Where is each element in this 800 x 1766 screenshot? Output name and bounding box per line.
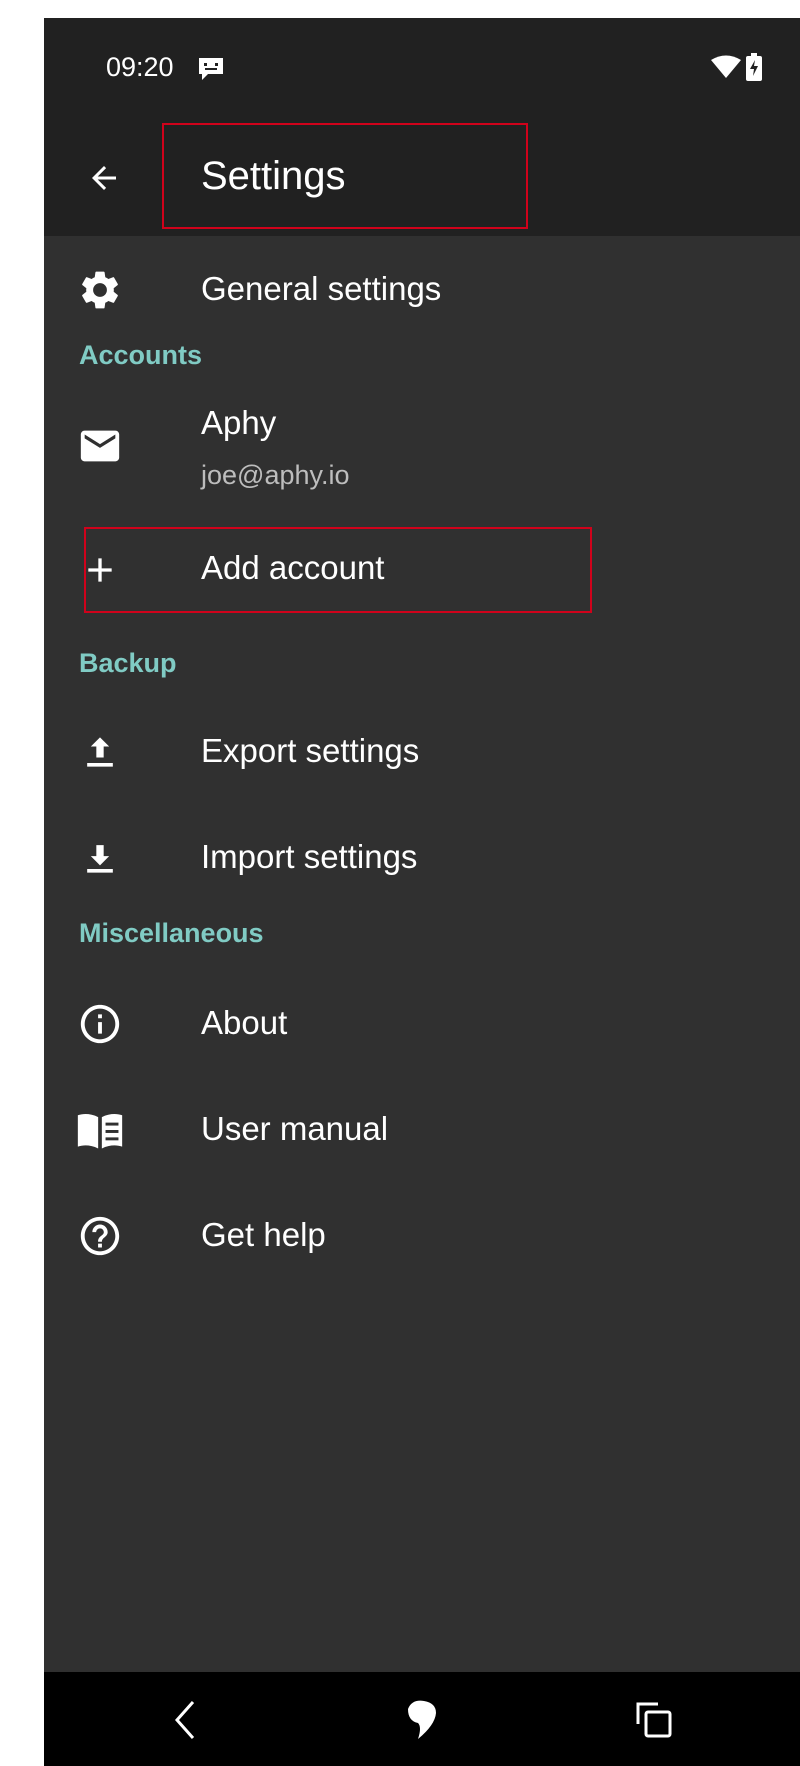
gear-icon <box>76 266 124 314</box>
chevron-left-icon <box>174 1701 195 1739</box>
miscellaneous-section-header: Miscellaneous <box>79 918 264 948</box>
export-settings-item[interactable]: Export settings <box>44 698 800 804</box>
user-manual-item[interactable]: User manual <box>44 1076 800 1182</box>
wifi-icon <box>710 55 742 84</box>
backup-section-header: Backup <box>79 648 177 678</box>
message-notification-icon <box>196 55 226 88</box>
account-item[interactable]: Aphy joe@aphy.io <box>44 380 800 512</box>
add-account-highlight-box <box>84 527 592 613</box>
status-time: 09:20 <box>106 52 174 82</box>
phone-screen: 09:20 Settings General settings Accounts… <box>44 18 800 1766</box>
nav-recents-button[interactable] <box>626 1692 682 1748</box>
download-icon <box>76 834 124 882</box>
get-help-item[interactable]: Get help <box>44 1182 800 1288</box>
nav-home-button[interactable] <box>394 1692 450 1748</box>
book-icon <box>76 1106 124 1154</box>
account-name: Aphy <box>201 404 277 441</box>
import-settings-item[interactable]: Import settings <box>44 804 800 910</box>
home-gesture-icon <box>408 1700 436 1739</box>
battery-charging-icon <box>746 53 762 86</box>
general-settings-label: General settings <box>201 270 442 307</box>
help-icon <box>76 1212 124 1260</box>
account-email: joe@aphy.io <box>201 460 350 490</box>
back-button[interactable] <box>72 146 136 210</box>
about-item[interactable]: About <box>44 970 800 1076</box>
about-label: About <box>201 1004 288 1041</box>
status-bar: 09:20 <box>44 18 800 120</box>
upload-icon <box>76 728 124 776</box>
page-title: Settings <box>201 154 346 198</box>
import-settings-label: Import settings <box>201 838 418 875</box>
export-settings-label: Export settings <box>201 732 420 769</box>
overview-icon <box>636 1702 672 1738</box>
user-manual-label: User manual <box>201 1110 389 1147</box>
arrow-left-icon <box>92 166 116 190</box>
accounts-section-header: Accounts <box>79 340 203 370</box>
general-settings-item[interactable]: General settings <box>44 236 800 342</box>
app-bar: Settings <box>44 120 800 236</box>
system-navigation-bar <box>44 1672 800 1766</box>
nav-back-button[interactable] <box>156 1692 212 1748</box>
mail-icon <box>76 422 124 470</box>
info-icon <box>76 1000 124 1048</box>
get-help-label: Get help <box>201 1216 326 1253</box>
